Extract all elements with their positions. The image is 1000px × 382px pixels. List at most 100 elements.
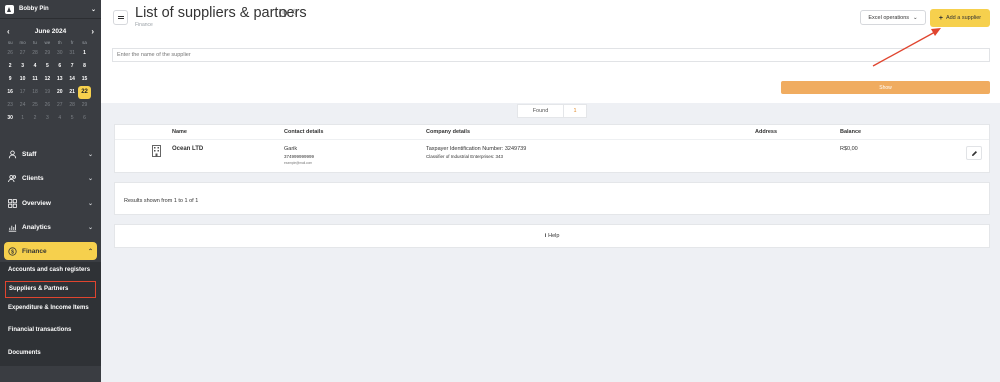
add-supplier-button[interactable]: + Add a supplier (930, 9, 990, 27)
calendar-day[interactable]: 29 (41, 47, 53, 60)
chevron-down-icon: ⌄ (87, 151, 93, 158)
chart-icon (8, 223, 17, 232)
prev-month-button[interactable]: ‹ (7, 27, 10, 36)
calendar-day[interactable]: 20 (54, 86, 66, 99)
column-header-balance[interactable]: Balance (840, 129, 861, 135)
calendar-day[interactable]: 28 (66, 99, 78, 112)
calendar-day[interactable]: 5 (41, 60, 53, 73)
calendar-day[interactable]: 13 (54, 73, 66, 86)
show-button[interactable]: Show (781, 81, 990, 94)
profile-name: Bobby Pin (19, 6, 49, 12)
breadcrumb[interactable]: Finance (135, 22, 153, 28)
title-icons: i ☆ (279, 8, 298, 17)
calendar-day[interactable]: 5 (66, 112, 78, 125)
help-link[interactable]: i Help (114, 224, 990, 248)
weekday-label: th (57, 40, 62, 45)
hamburger-icon (117, 15, 124, 20)
calendar-day[interactable]: 30 (4, 112, 16, 125)
calendar-day[interactable]: 10 (16, 73, 28, 86)
calendar-day[interactable]: 3 (16, 60, 28, 73)
calendar-day[interactable]: 23 (4, 99, 16, 112)
calendar-day[interactable]: 26 (41, 99, 53, 112)
table-row[interactable]: Ocean LTD Garik 374999999999 example@mai… (115, 139, 989, 173)
sidebar-item-clients[interactable]: Clients ⌄ (0, 167, 101, 192)
calendar-day[interactable]: 27 (54, 99, 66, 112)
calendar-day[interactable]: 21 (66, 86, 78, 99)
submenu-item-expenditure[interactable]: Expenditure & Income Items (0, 300, 101, 317)
building-icon (152, 145, 161, 157)
chevron-down-icon: ⌄ (87, 200, 93, 207)
calendar-day[interactable]: 15 (78, 73, 90, 86)
column-header-address: Address (755, 129, 778, 135)
calendar-day[interactable]: 1 (16, 112, 28, 125)
submenu-item-documents[interactable]: Documents (0, 344, 101, 366)
calendar-day[interactable]: 26 (4, 47, 16, 60)
excel-operations-label: Excel operations (868, 14, 910, 21)
suppliers-table: Name Contact details Company details Add… (114, 124, 990, 173)
calendar-day[interactable]: 16 (4, 86, 16, 99)
star-icon[interactable]: ☆ (290, 8, 298, 17)
edit-button[interactable] (966, 146, 982, 160)
weekday-label: mo (19, 40, 26, 45)
sidebar-item-analytics[interactable]: Analytics ⌄ (0, 216, 101, 241)
supplier-search-input[interactable] (112, 48, 990, 62)
users-icon (8, 174, 17, 183)
calendar-day[interactable]: 29 (78, 99, 90, 112)
weekday-label: su (7, 40, 13, 45)
add-supplier-label: Add a supplier (945, 15, 982, 21)
submenu-item-transactions[interactable]: Financial transactions (0, 317, 101, 344)
chevron-down-icon: ⌄ (87, 176, 93, 183)
sidebar-item-overview[interactable]: Overview ⌄ (0, 191, 101, 216)
supplier-name[interactable]: Ocean LTD (172, 146, 203, 152)
calendar-day[interactable]: 8 (78, 60, 90, 73)
sidebar-item-staff[interactable]: Staff ⌄ (0, 142, 101, 167)
profile-switcher[interactable]: Bobby Pin ⌄ (0, 0, 101, 19)
menu-toggle-button[interactable] (113, 10, 128, 25)
person-icon (8, 150, 17, 159)
calendar-day-today[interactable]: 22 (78, 86, 91, 99)
sidebar-item-finance[interactable]: $ Finance ⌃ (4, 242, 97, 260)
calendar-day[interactable]: 31 (66, 47, 78, 60)
calendar-day[interactable]: 11 (29, 73, 41, 86)
calendar-day[interactable]: 24 (16, 99, 28, 112)
excel-operations-button[interactable]: Excel operations ⌄ (860, 10, 926, 25)
calendar-day[interactable]: 27 (16, 47, 28, 60)
calendar-day[interactable]: 6 (54, 60, 66, 73)
calendar-day[interactable]: 19 (41, 86, 53, 99)
info-icon: i (544, 233, 547, 239)
calendar-day[interactable]: 30 (54, 47, 66, 60)
contact-email: example@mail.com (284, 161, 313, 165)
finance-submenu: Accounts and cash registers Suppliers & … (0, 262, 101, 366)
tax-id: Taxpayer Identification Number: 3249739 (426, 146, 527, 152)
contact-phone: 374999999999 (284, 154, 315, 159)
sidebar: Bobby Pin ⌄ ‹ June 2024 › su mo tu we th fr sa… (0, 0, 101, 382)
calendar-day[interactable]: 28 (29, 47, 41, 60)
sidebar-item-label: Staff (22, 150, 37, 158)
calendar-day[interactable]: 2 (4, 60, 16, 73)
pencil-icon (971, 150, 977, 156)
calendar-day[interactable]: 25 (29, 99, 41, 112)
sidebar-item-label: Clients (22, 175, 44, 183)
chevron-down-icon: ⌄ (87, 225, 93, 232)
next-month-button[interactable]: › (91, 27, 94, 36)
calendar-day[interactable]: 2 (29, 112, 41, 125)
submenu-item-accounts[interactable]: Accounts and cash registers (0, 262, 101, 279)
company-details: Taxpayer Identification Number: 3249739 … (426, 146, 526, 160)
calendar-day[interactable]: 9 (4, 73, 16, 86)
info-icon[interactable]: i (279, 8, 287, 17)
help-label: Help (548, 233, 560, 239)
calendar-day[interactable]: 18 (29, 86, 41, 99)
calendar-day[interactable]: 3 (41, 112, 53, 125)
calendar-day[interactable]: 14 (66, 73, 78, 86)
calendar-day[interactable]: 4 (54, 112, 66, 125)
column-header-name[interactable]: Name (172, 129, 187, 135)
calendar-day[interactable]: 6 (78, 112, 90, 125)
calendar-day[interactable]: 17 (16, 86, 28, 99)
calendar-day[interactable]: 1 (78, 47, 90, 60)
main-content: List of suppliers & partners i ☆ Finance… (101, 0, 1000, 382)
submenu-item-suppliers[interactable]: Suppliers & Partners (5, 281, 96, 298)
calendar-day[interactable]: 4 (29, 60, 41, 73)
column-header-company: Company details (426, 129, 471, 135)
calendar-day[interactable]: 12 (41, 73, 53, 86)
calendar-day[interactable]: 7 (66, 60, 78, 73)
